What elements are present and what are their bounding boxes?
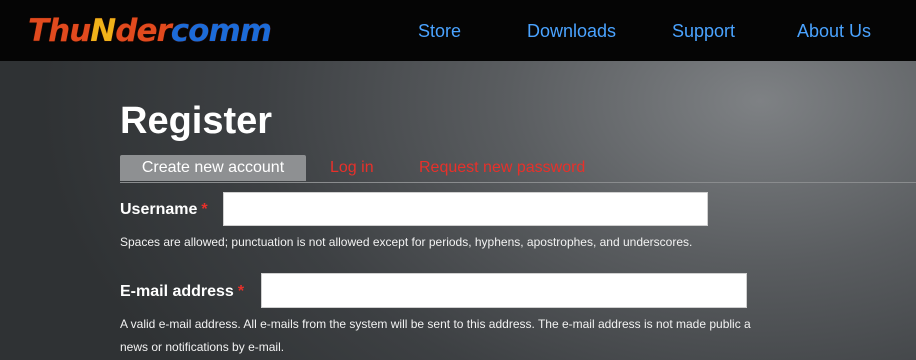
nav-support[interactable]: Support: [672, 19, 735, 43]
top-navigation-bar: ThuNdercomm Store Downloads Support Abou…: [0, 0, 916, 61]
nav-downloads[interactable]: Downloads: [527, 19, 616, 43]
tab-create-new-account[interactable]: Create new account: [120, 155, 306, 181]
logo-text-part1: Thu: [28, 13, 91, 49]
username-description: Spaces are allowed; punctuation is not a…: [120, 235, 693, 249]
nav-about-us[interactable]: About Us: [797, 19, 871, 43]
email-description-line1: A valid e-mail address. All e-mails from…: [120, 317, 751, 331]
username-label-text: Username: [120, 201, 198, 218]
email-label: E-mail address *: [120, 282, 244, 302]
tab-log-in[interactable]: Log in: [330, 155, 374, 181]
logo-text-part3: der: [115, 13, 172, 49]
tab-request-new-password[interactable]: Request new password: [419, 155, 585, 181]
logo-text-part2: N: [90, 13, 116, 49]
username-input[interactable]: [223, 192, 708, 226]
email-required-mark: *: [237, 283, 245, 300]
nav-store[interactable]: Store: [418, 19, 461, 43]
logo-text-part4: comm: [170, 13, 272, 49]
email-label-text: E-mail address: [120, 283, 234, 300]
thundercomm-logo[interactable]: ThuNdercomm: [28, 11, 272, 51]
account-tabs: Create new account Log in Request new pa…: [120, 155, 916, 183]
email-input[interactable]: [261, 273, 747, 308]
email-description-line2: news or notifications by e-mail.: [120, 340, 285, 354]
page-title: Register: [120, 100, 273, 142]
username-required-mark: *: [201, 201, 208, 218]
username-label: Username *: [120, 200, 208, 220]
